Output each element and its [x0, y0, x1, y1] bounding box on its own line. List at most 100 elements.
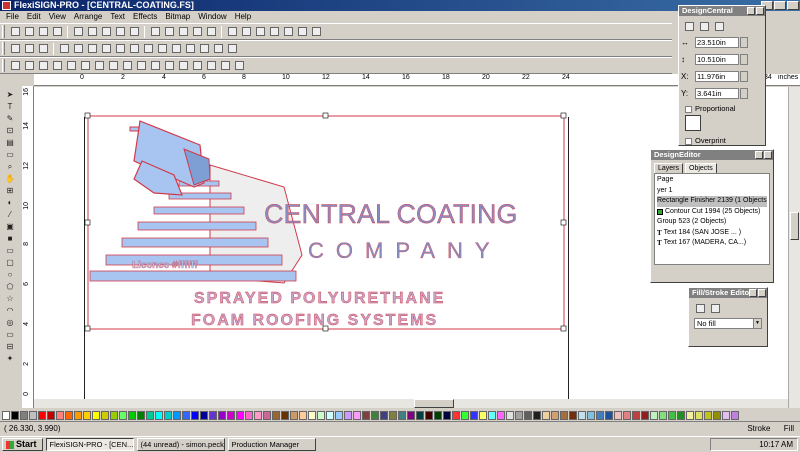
- color-swatch[interactable]: [623, 410, 631, 420]
- horizontal-scrollbar[interactable]: [34, 399, 788, 408]
- color-swatch[interactable]: [353, 410, 361, 420]
- color-swatch[interactable]: [596, 410, 604, 420]
- color-swatch[interactable]: [227, 410, 235, 420]
- color-swatch[interactable]: [56, 410, 64, 420]
- order-front-icon[interactable]: [142, 43, 154, 55]
- vertical-scrollbar[interactable]: [788, 87, 800, 408]
- color-swatch[interactable]: [47, 410, 55, 420]
- order-back-icon[interactable]: [156, 43, 168, 55]
- tree-item-contour[interactable]: Contour Cut 1994 (25 Objects): [657, 207, 767, 218]
- bitmap-tool-icon[interactable]: ▣: [3, 222, 17, 232]
- eraser-tool-icon[interactable]: ▭: [3, 150, 17, 160]
- color-swatch[interactable]: [479, 410, 487, 420]
- color-swatch[interactable]: [236, 410, 244, 420]
- contour-icon[interactable]: [212, 43, 224, 55]
- pen-tool-icon[interactable]: ✎: [3, 114, 17, 124]
- color-swatch[interactable]: [416, 410, 424, 420]
- color-swatch[interactable]: [92, 410, 100, 420]
- panel-minimize-button[interactable]: [749, 289, 757, 297]
- panel-minimize-button[interactable]: [755, 151, 763, 159]
- tree-item-text-167[interactable]: T Text 167 (MADERA, CA...): [657, 238, 767, 249]
- color-swatch[interactable]: [209, 410, 217, 420]
- join-node-icon[interactable]: [135, 60, 147, 72]
- delete-node-icon[interactable]: [37, 60, 49, 72]
- color-swatch[interactable]: [65, 410, 73, 420]
- grid-icon[interactable]: [282, 26, 294, 38]
- color-swatch[interactable]: [407, 410, 415, 420]
- cut-plot-icon[interactable]: [191, 26, 203, 38]
- tree-item-group[interactable]: Group 523 (2 Objects): [657, 217, 767, 228]
- color-swatch[interactable]: [542, 410, 550, 420]
- align-center-icon[interactable]: [23, 43, 35, 55]
- weld-icon[interactable]: [100, 43, 112, 55]
- rounded-rect-tool-icon[interactable]: ▢: [3, 258, 17, 268]
- design-central-icon[interactable]: [226, 26, 238, 38]
- start-point-icon[interactable]: [233, 60, 245, 72]
- open-path-icon[interactable]: [219, 60, 231, 72]
- color-swatch[interactable]: [191, 410, 199, 420]
- reduce-nodes-icon[interactable]: [163, 60, 175, 72]
- color-swatch[interactable]: [695, 410, 703, 420]
- color-swatch[interactable]: [389, 410, 397, 420]
- color-swatch[interactable]: [398, 410, 406, 420]
- production-manager-icon[interactable]: [205, 26, 217, 38]
- color-swatch[interactable]: [317, 410, 325, 420]
- tangent-node-icon[interactable]: [79, 60, 91, 72]
- corner-node-icon[interactable]: [65, 60, 77, 72]
- menu-file[interactable]: File: [2, 11, 23, 23]
- color-swatch[interactable]: [425, 410, 433, 420]
- color-swatch[interactable]: [668, 410, 676, 420]
- shadow-icon[interactable]: [226, 43, 238, 55]
- color-swatch[interactable]: [137, 410, 145, 420]
- taskbar-item-flexisign[interactable]: FlexiSIGN-PRO - [CEN...: [45, 438, 134, 451]
- mirror-icon[interactable]: [170, 43, 182, 55]
- color-swatch[interactable]: [506, 410, 514, 420]
- color-swatch[interactable]: [272, 410, 280, 420]
- distort-icon[interactable]: [198, 43, 210, 55]
- color-swatch[interactable]: [281, 410, 289, 420]
- zoom-fit-icon[interactable]: [296, 26, 308, 38]
- menu-arrange[interactable]: Arrange: [70, 11, 106, 23]
- panel-minimize-button[interactable]: [747, 7, 755, 15]
- knife-icon[interactable]: [191, 60, 203, 72]
- menu-window[interactable]: Window: [194, 11, 230, 23]
- handle[interactable]: [84, 112, 91, 119]
- align-right-icon[interactable]: [37, 43, 49, 55]
- info-icon[interactable]: [310, 26, 322, 38]
- proportional-checkbox[interactable]: [685, 105, 692, 113]
- close-button[interactable]: [787, 1, 799, 10]
- rotate-icon[interactable]: [184, 43, 196, 55]
- scroll-thumb[interactable]: [414, 399, 454, 408]
- ellipse-tool-icon[interactable]: ○: [3, 270, 17, 280]
- space-icon[interactable]: [86, 43, 98, 55]
- color-swatch[interactable]: [578, 410, 586, 420]
- pan-tool-icon[interactable]: ✋: [3, 174, 17, 184]
- handle[interactable]: [560, 325, 567, 332]
- x-field[interactable]: [695, 70, 739, 82]
- color-swatch[interactable]: [722, 410, 730, 420]
- x-spinner[interactable]: [740, 70, 748, 82]
- node-edit-icon[interactable]: [9, 60, 21, 72]
- color-swatch[interactable]: [308, 410, 316, 420]
- color-swatch[interactable]: [20, 410, 28, 420]
- tab-objects[interactable]: Objects: [685, 163, 717, 173]
- scroll-thumb[interactable]: [790, 212, 799, 240]
- scale-tab-icon[interactable]: [713, 20, 725, 32]
- width-field[interactable]: [695, 36, 739, 48]
- color-swatch[interactable]: [362, 410, 370, 420]
- open-file-icon[interactable]: [23, 26, 35, 38]
- effects-tool-icon[interactable]: ✦: [3, 354, 17, 364]
- fillet-icon[interactable]: [177, 60, 189, 72]
- menu-view[interactable]: View: [45, 11, 70, 23]
- color-swatch[interactable]: [200, 410, 208, 420]
- panel-close-button[interactable]: [764, 151, 772, 159]
- save-icon[interactable]: [37, 26, 49, 38]
- taskbar-item-email[interactable]: (44 unread) - simon.peck...: [136, 438, 225, 451]
- ungroup-icon[interactable]: [72, 43, 84, 55]
- handle[interactable]: [322, 112, 329, 119]
- color-swatch[interactable]: [380, 410, 388, 420]
- add-node-icon[interactable]: [23, 60, 35, 72]
- y-spinner[interactable]: [740, 87, 748, 99]
- rectangle-tool-icon[interactable]: ▭: [3, 246, 17, 256]
- fill-type-select[interactable]: No fill ▼: [694, 318, 762, 329]
